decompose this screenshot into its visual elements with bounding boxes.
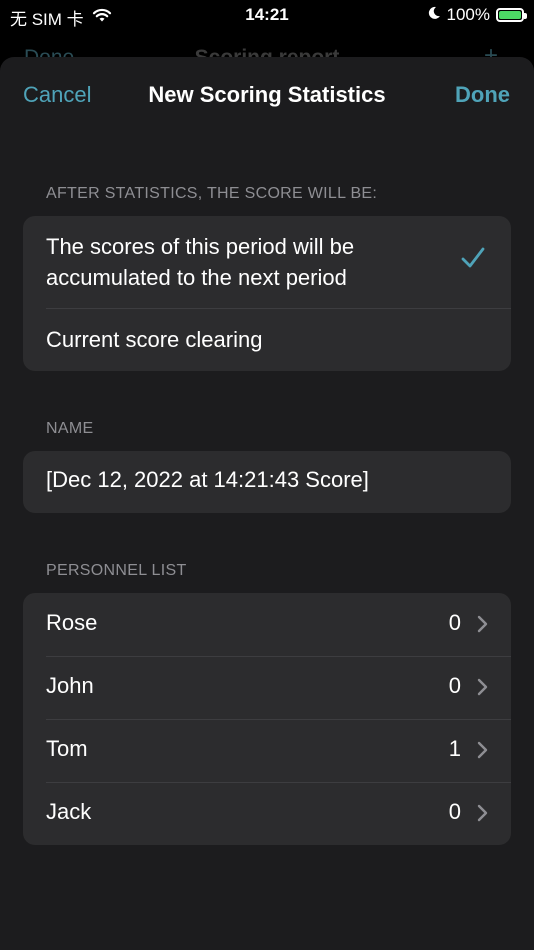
person-name: Rose xyxy=(46,610,98,635)
modal-sheet: Cancel New Scoring Statistics Done AFTER… xyxy=(0,57,534,950)
done-button[interactable]: Done xyxy=(455,82,510,108)
page-title: New Scoring Statistics xyxy=(148,82,386,107)
name-group: [Dec 12, 2022 at 14:21:43 Score] xyxy=(23,451,511,513)
person-name: Jack xyxy=(46,799,92,824)
chevron-right-icon xyxy=(477,741,488,759)
person-name: John xyxy=(46,673,94,698)
moon-icon xyxy=(427,5,441,25)
person-score: 0 xyxy=(448,673,461,698)
status-right: 100% xyxy=(427,5,527,25)
personnel-group: Rose 0 John 0 Tom 1 Jack 0 xyxy=(23,593,511,845)
name-field[interactable]: [Dec 12, 2022 at 14:21:43 Score] xyxy=(23,451,511,513)
option-accumulate-label: The scores of this period will be accumu… xyxy=(46,234,355,290)
list-item[interactable]: Tom 1 xyxy=(23,719,511,782)
option-clear[interactable]: Current score clearing xyxy=(23,308,511,371)
list-item[interactable]: Rose 0 xyxy=(23,593,511,656)
name-value: [Dec 12, 2022 at 14:21:43 Score] xyxy=(46,467,369,492)
person-score: 1 xyxy=(448,736,461,761)
battery-icon xyxy=(496,8,527,22)
option-accumulate[interactable]: The scores of this period will be accumu… xyxy=(23,216,511,308)
person-score: 0 xyxy=(448,799,461,824)
after-stats-group: The scores of this period will be accumu… xyxy=(23,216,511,371)
after-stats-header: AFTER STATISTICS, THE SCORE WILL BE: xyxy=(46,185,378,202)
person-score: 0 xyxy=(448,610,461,635)
chevron-right-icon xyxy=(477,615,488,633)
chevron-right-icon xyxy=(477,678,488,696)
option-clear-label: Current score clearing xyxy=(46,327,263,352)
status-bar: 无 SIM 卡 14:21 100% xyxy=(0,0,534,30)
battery-percent: 100% xyxy=(446,5,490,24)
chevron-right-icon xyxy=(477,804,488,822)
personnel-header: PERSONNEL LIST xyxy=(46,562,187,579)
nav-bar: Cancel New Scoring Statistics Done xyxy=(0,57,534,137)
person-name: Tom xyxy=(46,736,88,761)
list-item[interactable]: Jack 0 xyxy=(23,782,511,845)
checkmark-icon xyxy=(461,244,485,276)
list-item[interactable]: John 0 xyxy=(23,656,511,719)
name-header: NAME xyxy=(46,420,94,437)
